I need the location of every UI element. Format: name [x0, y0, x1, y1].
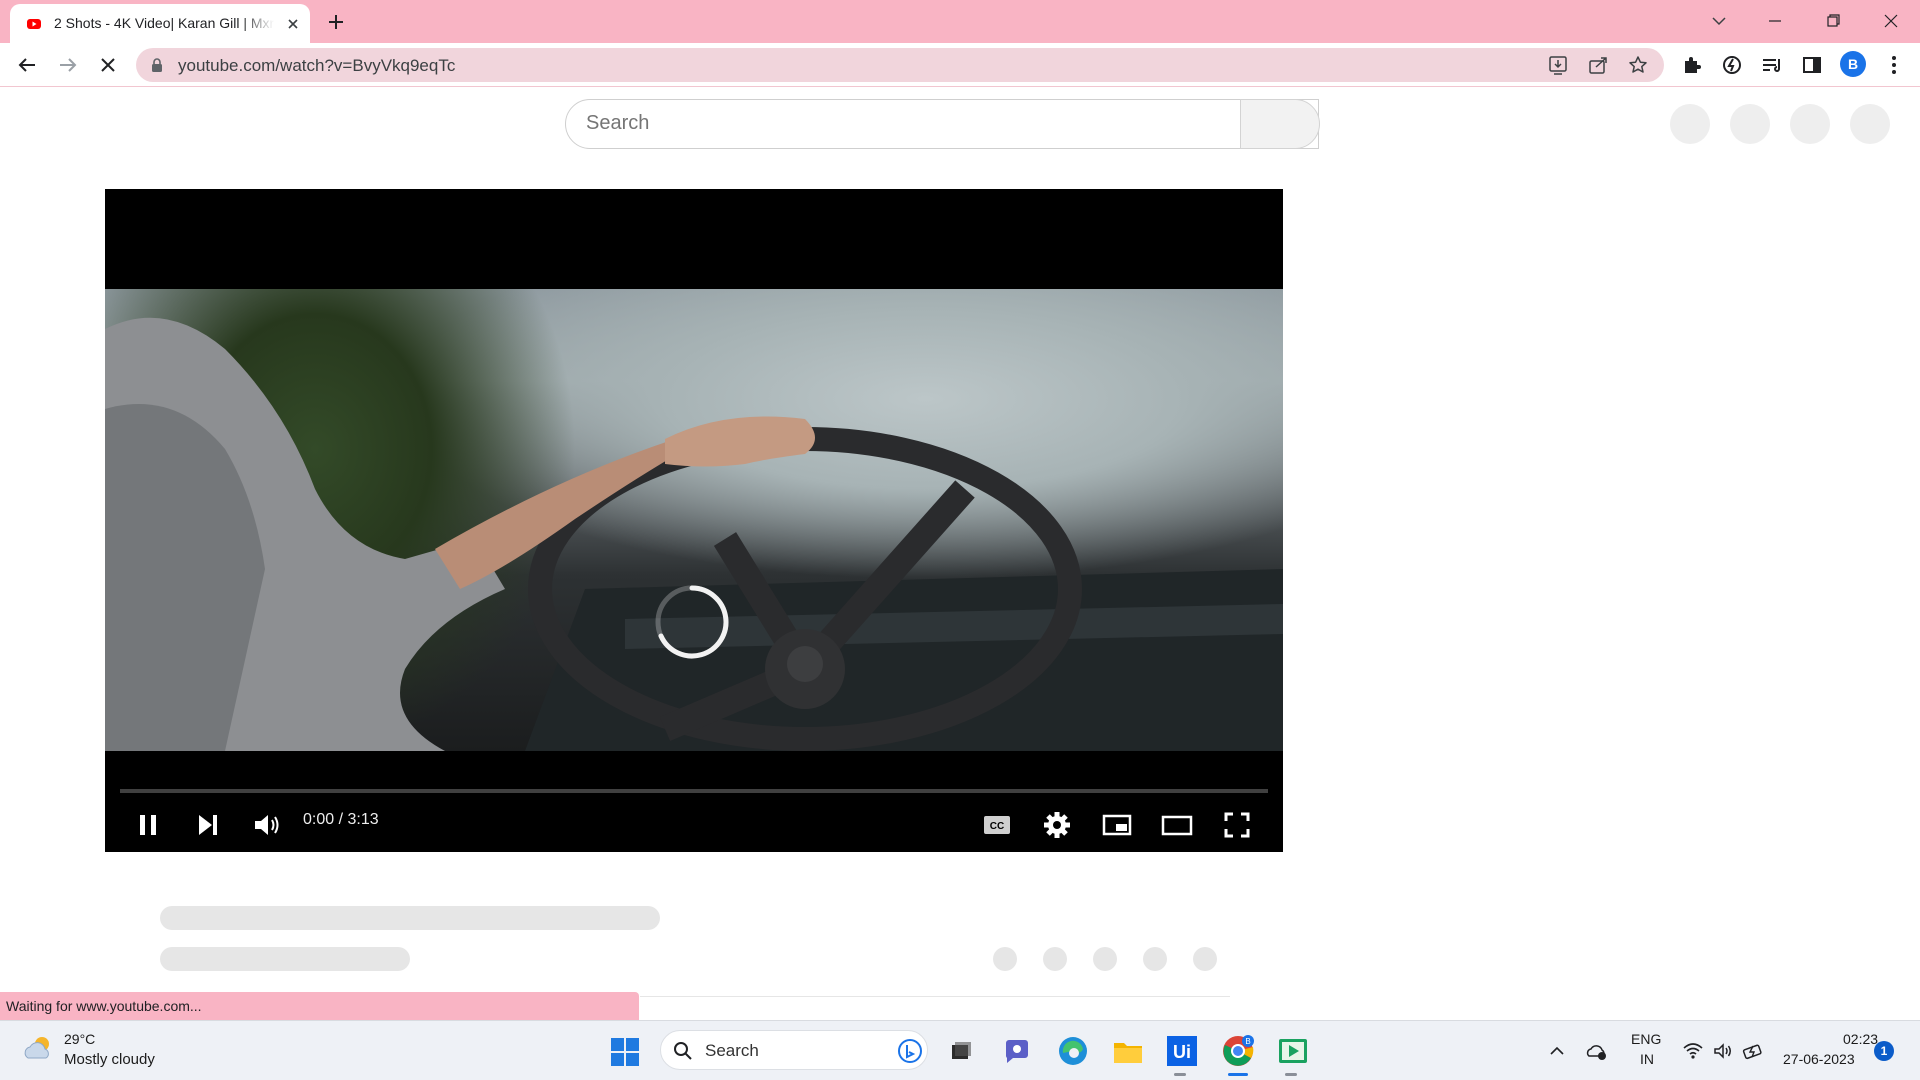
teams-chat-icon[interactable]	[999, 1033, 1035, 1069]
action-skeleton-dot	[1143, 947, 1167, 971]
task-view-icon[interactable]	[942, 1033, 978, 1069]
video-time: 0:00 / 3:13	[303, 811, 379, 828]
browser-tab[interactable]: 2 Shots - 4K Video| Karan Gill | Mxrci	[10, 4, 310, 43]
minimize-icon[interactable]	[1752, 6, 1798, 36]
close-tab-icon[interactable]	[285, 16, 301, 32]
side-panel-icon[interactable]	[1796, 49, 1828, 81]
cloudy-weather-icon[interactable]	[22, 1032, 56, 1064]
pause-icon[interactable]	[128, 805, 168, 845]
search-icon	[674, 1042, 692, 1060]
header-placeholder-circle	[1790, 104, 1830, 144]
clock-time[interactable]: 02:23	[1843, 1031, 1878, 1047]
bing-chat-icon[interactable]	[897, 1038, 923, 1064]
tab-search-chevron-icon[interactable]	[1696, 6, 1742, 36]
chrome-profile-badge: B	[1245, 1037, 1250, 1046]
youtube-search-input[interactable]	[586, 112, 1236, 135]
uipath-running-indicator	[1174, 1073, 1186, 1076]
more-menu-icon[interactable]	[1878, 49, 1910, 81]
header-placeholder-circle	[1850, 104, 1890, 144]
action-skeleton-dot	[1193, 947, 1217, 971]
theater-mode-icon[interactable]	[1157, 805, 1197, 845]
loading-spinner-icon	[655, 585, 729, 659]
youtube-favicon-icon	[27, 19, 41, 29]
action-skeleton-dot	[1043, 947, 1067, 971]
miniplayer-icon[interactable]	[1097, 805, 1137, 845]
forward-arrow-icon[interactable]	[52, 49, 84, 81]
windows-start-icon[interactable]	[610, 1037, 640, 1067]
weather-temperature[interactable]: 29°C	[64, 1031, 95, 1047]
install-app-icon[interactable]	[1546, 53, 1570, 77]
subtitles-cc-icon[interactable]: CC	[977, 805, 1017, 845]
browser-status-bubble: Waiting for www.youtube.com...	[0, 992, 639, 1020]
stop-loading-icon[interactable]	[92, 49, 124, 81]
header-placeholder-circle	[1730, 104, 1770, 144]
url-text[interactable]: youtube.com/watch?v=BvyVkq9eqTc	[178, 56, 455, 76]
notification-count-badge[interactable]: 1	[1874, 1041, 1894, 1061]
taskbar-search-box[interactable]: Search	[660, 1030, 928, 1070]
youtube-search-box[interactable]	[565, 99, 1319, 149]
svg-text:Ui: Ui	[1173, 1042, 1191, 1062]
svg-text:CC: CC	[990, 821, 1004, 832]
browser-title-bar: 2 Shots - 4K Video| Karan Gill | Mxrci	[0, 0, 1920, 43]
youtube-search-button[interactable]	[1240, 99, 1320, 149]
divider	[640, 996, 1230, 997]
action-skeleton-dot	[1093, 947, 1117, 971]
lock-icon[interactable]	[150, 57, 164, 73]
file-explorer-icon[interactable]	[1110, 1033, 1146, 1069]
chrome-icon[interactable]: B	[1220, 1033, 1256, 1069]
media-player-icon[interactable]	[1275, 1033, 1311, 1069]
status-text: Waiting for www.youtube.com...	[6, 998, 202, 1014]
show-hidden-icons-chevron-icon[interactable]	[1545, 1039, 1569, 1063]
chrome-active-indicator	[1228, 1073, 1248, 1076]
browser-toolbar: youtube.com/watch?v=BvyVkq9eqTc B	[0, 43, 1920, 87]
edge-browser-icon[interactable]	[1055, 1033, 1091, 1069]
media-player-running-indicator	[1285, 1073, 1297, 1076]
battery-charging-icon[interactable]	[1741, 1039, 1765, 1063]
speaker-volume-icon[interactable]	[1711, 1039, 1735, 1063]
uipath-icon[interactable]: Ui	[1164, 1033, 1200, 1069]
extensions-puzzle-icon[interactable]	[1676, 49, 1708, 81]
taskbar-search-label: Search	[705, 1041, 759, 1060]
media-queue-icon[interactable]	[1756, 49, 1788, 81]
language-indicator[interactable]: ENG	[1631, 1031, 1661, 1047]
clock-date[interactable]: 27-06-2023	[1783, 1051, 1855, 1067]
header-placeholder-circle	[1670, 104, 1710, 144]
next-video-icon[interactable]	[187, 805, 227, 845]
tab-title: 2 Shots - 4K Video| Karan Gill | Mxrci	[54, 15, 274, 31]
video-frame[interactable]	[105, 289, 1283, 751]
title-skeleton	[160, 906, 660, 930]
profile-avatar[interactable]: B	[1840, 51, 1866, 77]
language-region[interactable]: IN	[1640, 1051, 1654, 1067]
weather-description[interactable]: Mostly cloudy	[64, 1051, 155, 1068]
fullscreen-icon[interactable]	[1217, 805, 1257, 845]
action-skeleton-dot	[993, 947, 1017, 971]
bookmark-star-icon[interactable]	[1626, 53, 1650, 77]
address-bar[interactable]: youtube.com/watch?v=BvyVkq9eqTc	[136, 48, 1664, 82]
close-window-icon[interactable]	[1868, 6, 1914, 36]
channel-skeleton	[160, 947, 410, 971]
volume-icon[interactable]	[246, 805, 286, 845]
onedrive-sync-icon[interactable]	[1585, 1039, 1609, 1063]
settings-gear-icon[interactable]	[1037, 805, 1077, 845]
wifi-icon[interactable]	[1681, 1039, 1705, 1063]
video-scene	[105, 317, 1283, 751]
new-tab-icon[interactable]	[324, 10, 348, 34]
windows-taskbar: 29°C Mostly cloudy Search Ui B ENG IN 02…	[0, 1020, 1920, 1080]
share-icon[interactable]	[1586, 53, 1610, 77]
video-progress-bar[interactable]	[120, 789, 1268, 793]
extension-icon[interactable]	[1716, 49, 1748, 81]
back-arrow-icon[interactable]	[11, 49, 43, 81]
video-player[interactable]: 0:00 / 3:13 CC	[105, 189, 1283, 852]
restore-icon[interactable]	[1810, 6, 1856, 36]
